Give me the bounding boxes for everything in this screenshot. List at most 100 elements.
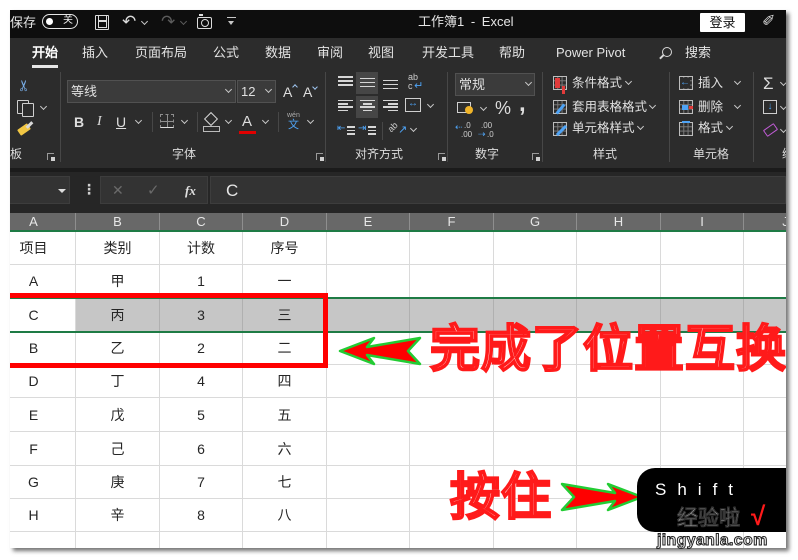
cell-c10[interactable] bbox=[160, 532, 243, 548]
cell-i1[interactable] bbox=[661, 232, 744, 265]
enter-icon[interactable]: ✓ bbox=[147, 183, 160, 198]
chevron-down-icon[interactable] bbox=[264, 85, 273, 94]
fill-down-icon[interactable]: ↓ bbox=[763, 100, 777, 114]
cell-e5[interactable] bbox=[327, 365, 410, 398]
column-header-f[interactable]: F bbox=[410, 213, 494, 230]
merge-center-icon[interactable]: ↔ bbox=[405, 98, 421, 112]
cell-e3[interactable] bbox=[327, 298, 410, 332]
copy-icon[interactable] bbox=[17, 100, 34, 117]
cell-j1[interactable] bbox=[744, 232, 786, 265]
cell-a10[interactable] bbox=[10, 532, 76, 548]
tab-page-layout[interactable]: 页面布局 bbox=[135, 45, 187, 61]
tab-developer[interactable]: 开发工具 bbox=[422, 45, 474, 61]
cell-h1[interactable] bbox=[577, 232, 661, 265]
formula-input[interactable]: C bbox=[210, 176, 786, 204]
chevron-down-icon[interactable] bbox=[224, 85, 233, 94]
increase-font-size-button[interactable]: A bbox=[283, 85, 292, 99]
cell-c7[interactable]: 6 bbox=[160, 432, 243, 466]
cell-a1[interactable]: 项目 bbox=[10, 232, 76, 265]
cell-e6[interactable] bbox=[327, 398, 410, 432]
cell-h2[interactable] bbox=[577, 265, 661, 298]
cell-c8[interactable]: 7 bbox=[160, 466, 243, 499]
cell-c9[interactable]: 8 bbox=[160, 499, 243, 532]
cell-d9[interactable]: 八 bbox=[243, 499, 327, 532]
wrap-text-tail[interactable]: c bbox=[408, 82, 413, 91]
cell-d5[interactable]: 四 bbox=[243, 365, 327, 398]
tab-data[interactable]: 数据 bbox=[265, 45, 291, 61]
autosave-toggle[interactable]: 关 bbox=[42, 14, 78, 29]
column-header-d[interactable]: D bbox=[243, 213, 327, 230]
cell-a5[interactable]: D bbox=[10, 365, 76, 398]
clipboard-dialog-launcher-icon[interactable] bbox=[47, 153, 55, 161]
cell-h7[interactable] bbox=[577, 432, 661, 466]
orientation-icon[interactable]: ↗ bbox=[398, 125, 407, 136]
cell-e8[interactable] bbox=[327, 466, 410, 499]
cell-f6[interactable] bbox=[410, 398, 494, 432]
middle-align-icon[interactable] bbox=[360, 76, 375, 89]
cell-b9[interactable]: 辛 bbox=[76, 499, 160, 532]
tab-home[interactable]: 开始 bbox=[32, 45, 58, 61]
cell-g10[interactable] bbox=[494, 532, 577, 548]
tab-view[interactable]: 视图 bbox=[368, 45, 394, 61]
cell-h6[interactable] bbox=[577, 398, 661, 432]
font-dialog-launcher-icon[interactable] bbox=[316, 153, 324, 161]
name-box-dropdown-icon[interactable] bbox=[58, 189, 66, 193]
search-icon[interactable] bbox=[662, 47, 672, 57]
cell-j7[interactable] bbox=[744, 432, 786, 466]
cell-d8[interactable]: 七 bbox=[243, 466, 327, 499]
phonetic-guide-pinyin[interactable]: wén bbox=[287, 112, 300, 119]
underline-button[interactable]: U bbox=[116, 115, 126, 129]
cell-e1[interactable] bbox=[327, 232, 410, 265]
decrease-font-size-button[interactable]: A bbox=[303, 85, 312, 99]
align-right-icon[interactable] bbox=[383, 99, 398, 112]
cell-b10[interactable] bbox=[76, 532, 160, 548]
cancel-icon[interactable]: ✕ bbox=[112, 183, 124, 197]
column-header-a[interactable]: A bbox=[10, 213, 76, 230]
cell-g2[interactable] bbox=[494, 265, 577, 298]
tab-insert[interactable]: 插入 bbox=[82, 45, 108, 61]
italic-button[interactable]: I bbox=[97, 115, 102, 129]
cell-d7[interactable]: 六 bbox=[243, 432, 327, 466]
more-options-icon[interactable]: ⋮ bbox=[82, 182, 96, 196]
cell-d10[interactable] bbox=[243, 532, 327, 548]
align-center-icon[interactable] bbox=[360, 99, 375, 112]
cell-b1[interactable]: 类别 bbox=[76, 232, 160, 265]
camera-icon[interactable] bbox=[197, 14, 212, 29]
cell-a9[interactable]: H bbox=[10, 499, 76, 532]
cell-c5[interactable]: 4 bbox=[160, 365, 243, 398]
cell-i6[interactable] bbox=[661, 398, 744, 432]
cell-e9[interactable] bbox=[327, 499, 410, 532]
customize-quick-access-icon[interactable] bbox=[227, 17, 236, 26]
cell-h10[interactable] bbox=[577, 532, 661, 548]
cell-d6[interactable]: 五 bbox=[243, 398, 327, 432]
cell-j6[interactable] bbox=[744, 398, 786, 432]
tab-power-pivot[interactable]: Power Pivot bbox=[556, 45, 625, 61]
insert-cells-button[interactable]: 插入 bbox=[698, 76, 723, 91]
format-painter-icon[interactable] bbox=[18, 121, 34, 135]
cell-j2[interactable] bbox=[744, 265, 786, 298]
alignment-dialog-launcher-icon[interactable] bbox=[438, 153, 446, 161]
cell-g6[interactable] bbox=[494, 398, 577, 432]
decrease-indent-icon[interactable]: ⇤ bbox=[337, 124, 345, 134]
cell-a6[interactable]: E bbox=[10, 398, 76, 432]
autosum-button[interactable]: Σ bbox=[763, 75, 774, 92]
redo-icon[interactable]: ↷ bbox=[161, 13, 175, 30]
phonetic-guide-icon[interactable]: 文 bbox=[288, 120, 299, 131]
wrap-text-icon[interactable]: ↵ bbox=[414, 81, 423, 92]
cell-b5[interactable]: 丁 bbox=[76, 365, 160, 398]
cell-b6[interactable]: 戊 bbox=[76, 398, 160, 432]
chevron-down-icon[interactable] bbox=[524, 78, 533, 87]
comma-style-button[interactable]: , bbox=[519, 92, 526, 116]
tab-review[interactable]: 审阅 bbox=[317, 45, 343, 61]
column-header-i[interactable]: I bbox=[661, 213, 744, 230]
cell-f7[interactable] bbox=[410, 432, 494, 466]
cell-i7[interactable] bbox=[661, 432, 744, 466]
borders-icon[interactable] bbox=[160, 114, 174, 128]
search-box[interactable]: 搜索 bbox=[685, 45, 711, 61]
cell-i2[interactable] bbox=[661, 265, 744, 298]
cut-icon[interactable]: ✂ bbox=[16, 79, 33, 92]
align-left-icon[interactable] bbox=[338, 99, 353, 112]
column-header-j[interactable]: J bbox=[744, 213, 786, 230]
cell-b8[interactable]: 庚 bbox=[76, 466, 160, 499]
cell-e10[interactable] bbox=[327, 532, 410, 548]
